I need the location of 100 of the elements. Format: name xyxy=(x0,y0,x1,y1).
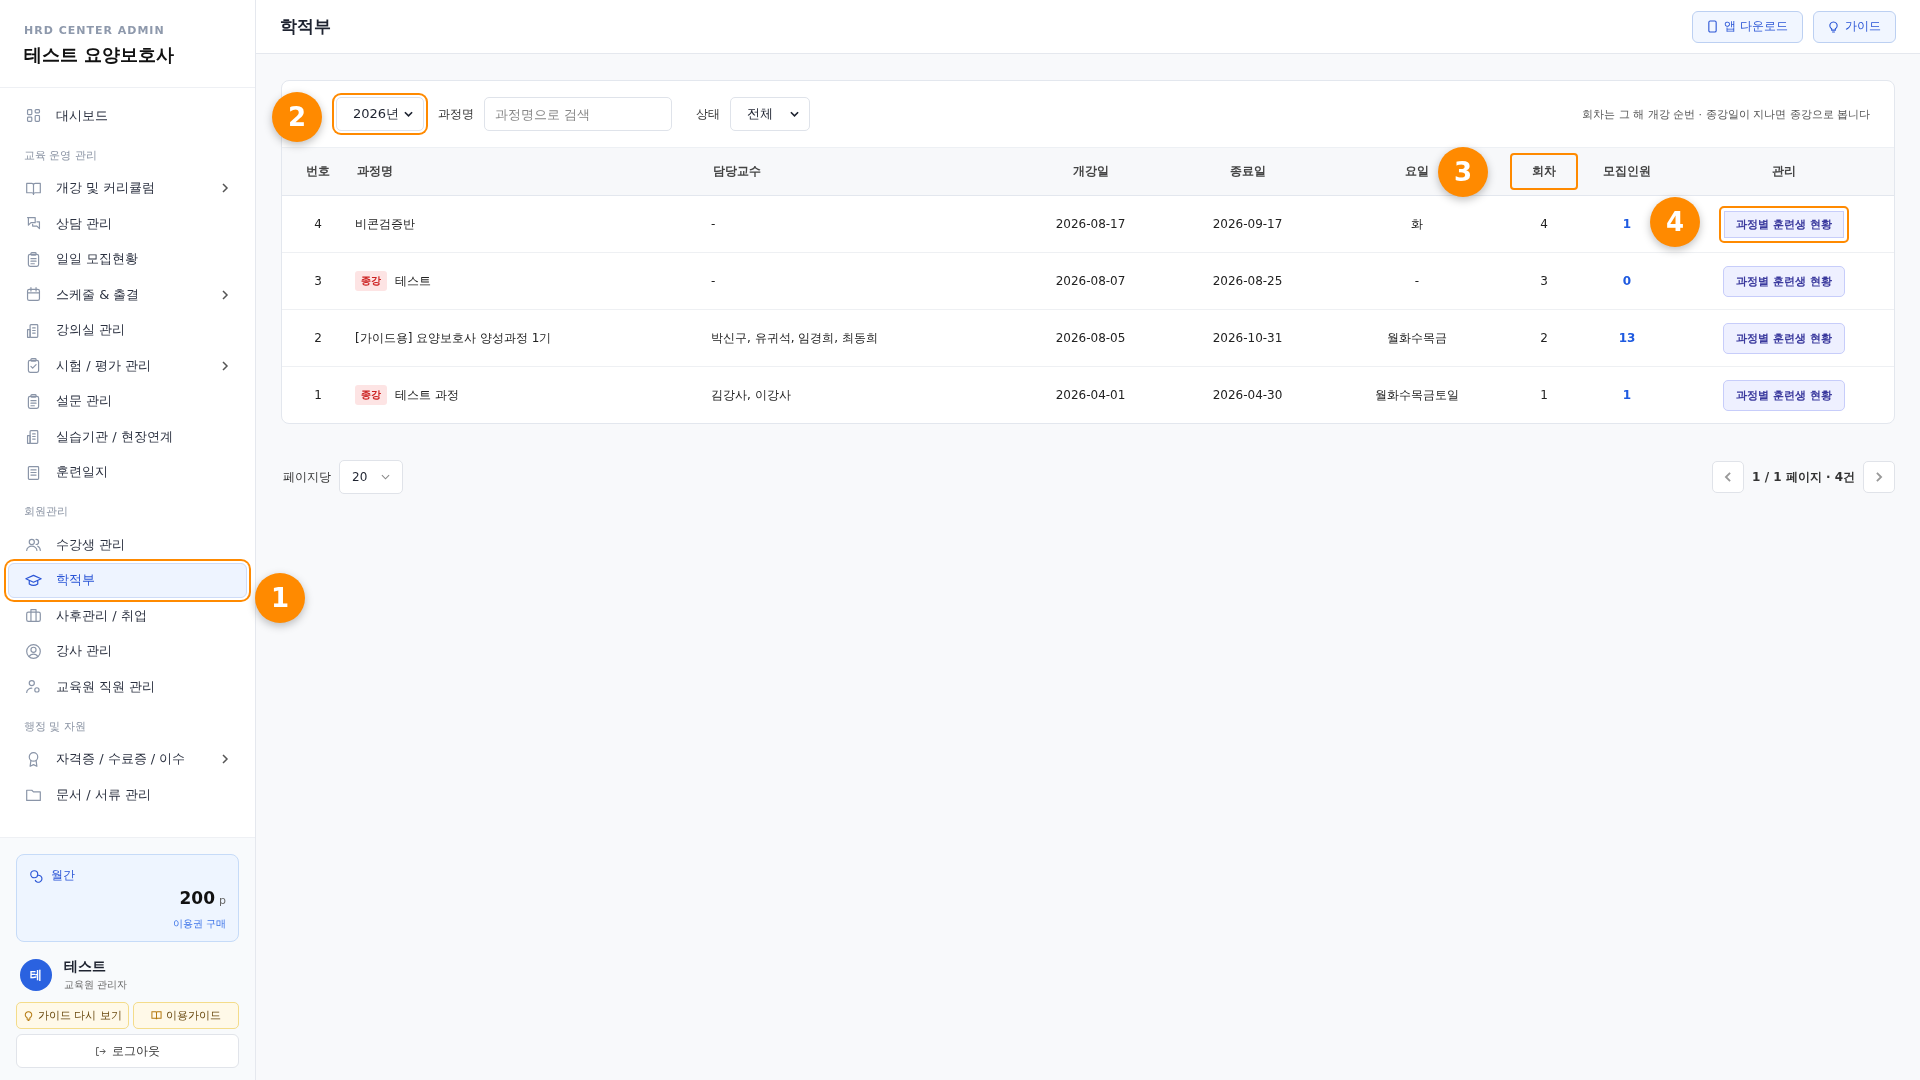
column-header: 개강일 xyxy=(1071,163,1110,180)
check-icon xyxy=(25,357,42,375)
clipboard-icon xyxy=(25,250,42,268)
nav-item[interactable]: 개강 및 커리큘럼 xyxy=(8,170,247,206)
nav-item[interactable]: 훈련일지 xyxy=(8,454,247,490)
table-cell: 2 xyxy=(282,309,354,367)
table-cell: 13 xyxy=(1580,309,1674,367)
nav-item[interactable]: 설문 관리 xyxy=(8,383,247,419)
column-header: 관리 xyxy=(1771,163,1797,180)
next-page-button[interactable] xyxy=(1863,461,1895,493)
chevron-right-icon xyxy=(220,754,230,765)
status-filter-label: 상태 xyxy=(696,105,720,123)
nav-item[interactable]: 시험 / 평가 관리 xyxy=(8,348,247,384)
table-cell: 4 xyxy=(1508,195,1580,253)
table-cell: 3 xyxy=(282,252,354,310)
per-page-select[interactable]: 20 xyxy=(339,460,404,494)
column-header: 담당교수 xyxy=(712,163,762,180)
lightbulb-icon xyxy=(23,1010,34,1021)
user-name: 테스트 xyxy=(64,958,107,976)
table-cell: - xyxy=(710,195,1012,253)
nav-section-label: 회원관리 xyxy=(23,504,69,520)
per-page-label: 페이지당 xyxy=(283,468,331,486)
course-name: 테스트 xyxy=(395,272,431,290)
table-cell: - xyxy=(710,252,1012,310)
step-number-badge: 2 xyxy=(272,92,322,142)
staff-icon xyxy=(25,678,42,696)
person-icon xyxy=(25,642,42,660)
nav-item[interactable]: 스케줄 & 출결 xyxy=(8,277,247,313)
table-cell: 김강사, 이강사 xyxy=(710,366,1012,423)
calendar-icon xyxy=(25,286,42,304)
table-cell: 1 xyxy=(1508,366,1580,423)
nav-item[interactable]: 일일 모집현황 xyxy=(8,241,247,277)
case-icon xyxy=(25,607,42,625)
nav-item[interactable]: 상담 관리 xyxy=(8,206,247,242)
table-cell: 3 xyxy=(1508,252,1580,310)
table-cell: 4 xyxy=(282,195,354,253)
course-search-field[interactable]: 과정명으로 검색 xyxy=(484,97,672,131)
table-cell: 월화수목금토일 xyxy=(1326,366,1508,423)
nav-item[interactable]: 사후관리 / 취업 xyxy=(8,598,247,634)
chevron-right-icon xyxy=(220,183,230,194)
column-header: 종료일 xyxy=(1228,163,1267,180)
guide-button[interactable]: 가이드 다시 보기 xyxy=(16,1002,129,1029)
column-header: 요일 xyxy=(1404,163,1430,180)
table-cell: 2 xyxy=(1508,309,1580,367)
nav-item[interactable]: 수강생 관리 xyxy=(8,527,247,563)
table-cell: 0 xyxy=(1580,252,1674,310)
logout-button[interactable]: 로그아웃 xyxy=(16,1034,239,1068)
table-cell: 2026-08-25 xyxy=(1169,252,1326,310)
table-cell: 월화수목금 xyxy=(1326,309,1508,367)
table-cell: 2026-10-31 xyxy=(1169,309,1326,367)
plan-label: 월간 xyxy=(51,867,75,884)
grid-icon xyxy=(25,107,42,125)
course-filter-label: 과정명 xyxy=(438,105,474,123)
lightbulb-icon xyxy=(1828,20,1839,33)
course-name: 테스트 과정 xyxy=(395,386,459,404)
trainee-status-button[interactable]: 과정별 훈련생 현황 xyxy=(1719,205,1849,243)
nav-item[interactable]: 교육원 직원 관리 xyxy=(8,669,247,705)
nav-item[interactable]: 문서 / 서류 관리 xyxy=(8,777,247,813)
status-tag: 종강 xyxy=(355,385,387,405)
status-tag: 종강 xyxy=(355,271,387,291)
table-cell: - xyxy=(1326,252,1508,310)
book-icon xyxy=(151,1010,162,1021)
chevron-right-icon xyxy=(220,360,230,371)
nav-item[interactable]: 대시보드 xyxy=(8,98,247,134)
points-unit: p xyxy=(219,894,226,907)
table-cell: 1 xyxy=(282,366,354,423)
chevron-down-icon xyxy=(404,111,413,117)
app-download-button[interactable]: 앱 다운로드 xyxy=(1692,10,1803,43)
course-name: 비콘검증반 xyxy=(355,215,415,233)
nav-item[interactable]: 자격증 / 수료증 / 이수 xyxy=(8,741,247,777)
column-header: 과정명 xyxy=(356,163,394,180)
phone-icon xyxy=(1707,20,1719,33)
column-header: 회차 xyxy=(1510,153,1578,190)
coins-icon xyxy=(29,868,43,883)
clipboard-icon xyxy=(25,392,42,410)
trainee-status-button[interactable]: 과정별 훈련생 현황 xyxy=(1723,379,1845,411)
guide-button[interactable]: 가이드 xyxy=(1813,10,1896,43)
table-cell: 2026-09-17 xyxy=(1169,195,1326,253)
guide-button[interactable]: 이용가이드 xyxy=(133,1002,239,1029)
table-cell: 2026-04-30 xyxy=(1169,366,1326,423)
trainee-status-button[interactable]: 과정별 훈련생 현황 xyxy=(1723,322,1845,354)
nav-section-label: 교육 운영 관리 xyxy=(23,147,98,164)
user-avatar: 테 xyxy=(20,959,52,991)
trainee-status-button[interactable]: 과정별 훈련생 현황 xyxy=(1723,265,1845,297)
purchase-link[interactable]: 이용권 구매 xyxy=(172,918,226,929)
chevron-down-icon xyxy=(381,474,391,480)
nav-item[interactable]: 강의실 관리 xyxy=(8,312,247,348)
logout-icon xyxy=(95,1045,106,1057)
previous-page-button[interactable] xyxy=(1712,461,1745,493)
users-icon xyxy=(25,536,42,554)
nav-item[interactable]: 강사 관리 xyxy=(8,633,247,669)
status-select[interactable]: 전체 xyxy=(730,97,810,131)
table-cell: 박신구, 유귀석, 임경희, 최동희 xyxy=(710,309,1012,367)
page-info: 1 / 1 페이지 · 4건 xyxy=(1752,468,1855,486)
column-header: 모집인원 xyxy=(1602,163,1652,180)
points-value: 200 xyxy=(179,888,215,908)
doc-icon xyxy=(25,463,42,481)
chevron-down-icon xyxy=(790,111,799,117)
nav-item[interactable]: 실습기관 / 현장연계 xyxy=(8,419,247,455)
nav-section-label: 행정 및 자원 xyxy=(23,718,87,735)
